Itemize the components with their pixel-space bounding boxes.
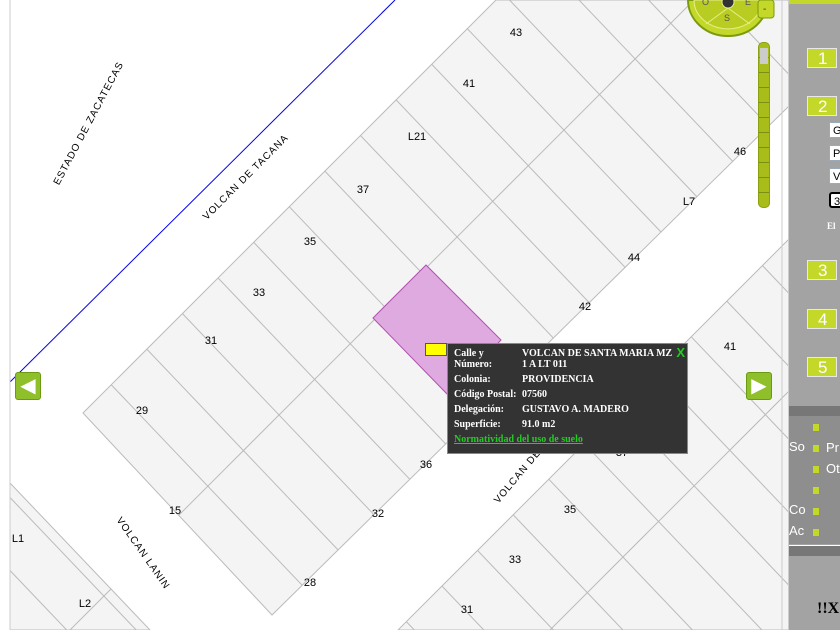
sidebar-footer: !!X xyxy=(817,600,840,617)
parcel-label: 31 xyxy=(460,604,474,616)
info-key: Colonia: xyxy=(454,374,491,385)
info-key: Delegación: xyxy=(454,404,504,415)
parcel-label: 33 xyxy=(252,287,266,299)
bullet-icon xyxy=(813,424,819,431)
info-key: Superficie: xyxy=(454,419,501,430)
info-value: 07560 xyxy=(522,389,547,400)
zoom-slider[interactable] xyxy=(758,42,770,208)
parcel-label: 33 xyxy=(508,554,522,566)
info-value: 91.0 m2 xyxy=(522,419,556,430)
parcel-label: L21 xyxy=(407,131,427,143)
parcel-label: 41 xyxy=(462,78,476,90)
sidebar-list-item[interactable]: Co xyxy=(789,522,840,559)
pan-left-button[interactable]: ◀ xyxy=(15,372,41,400)
info-key: Código Postal: xyxy=(454,389,517,400)
step-2[interactable]: 2 xyxy=(807,96,837,116)
step-3[interactable]: 3 xyxy=(807,260,837,280)
sidebar-input[interactable]: P xyxy=(829,145,840,161)
compass-east[interactable]: E xyxy=(745,0,751,7)
parcel-marker-icon xyxy=(425,343,447,356)
parcel-label: 36 xyxy=(419,459,433,471)
parcel-label: L2 xyxy=(78,598,92,610)
parcel-label: 29 xyxy=(135,405,149,417)
parcel-label: L1 xyxy=(11,533,25,545)
bullet-icon xyxy=(813,466,819,473)
list-item-label: Ot xyxy=(826,461,840,476)
zoom-out-button[interactable]: - xyxy=(763,4,766,15)
info-value: PROVIDENCIA xyxy=(522,374,594,385)
parcel-label: 35 xyxy=(303,236,317,248)
sidebar-list-item[interactable]: Ac xyxy=(789,501,840,538)
bullet-icon xyxy=(813,487,819,494)
sidebar-list-item[interactable]: Co xyxy=(789,480,840,517)
sidebar-button[interactable]: 3 xyxy=(829,192,840,208)
parcel-label: 31 xyxy=(204,335,218,347)
compass-center-icon[interactable] xyxy=(721,0,735,9)
sidebar-note: El xyxy=(827,221,836,231)
parcel-label: 44 xyxy=(627,252,641,264)
info-row: Colonia: PROVIDENCIA xyxy=(454,374,681,389)
list-item-label: Pr xyxy=(826,440,839,455)
bullet-icon xyxy=(813,445,819,452)
parcel-label: 15 xyxy=(168,505,182,517)
parcel-label: 32 xyxy=(371,508,385,520)
compass-south[interactable]: S xyxy=(724,13,730,23)
map-canvas[interactable] xyxy=(0,0,790,630)
compass-control[interactable]: O E S - xyxy=(684,0,779,40)
parcel-label: 42 xyxy=(578,301,592,313)
info-value: VOLCAN DE SANTA MARIA MZ 1 A LT 011 xyxy=(522,348,673,370)
sidebar-list-item[interactable]: So xyxy=(789,417,840,454)
bullet-icon xyxy=(813,529,819,536)
close-popup-button[interactable]: X xyxy=(676,345,685,360)
parcel-label: 46 xyxy=(733,146,747,158)
sidebar-list-item[interactable]: Pr xyxy=(789,438,840,458)
parcel-info-popup: X Calle y Número: VOLCAN DE SANTA MARIA M… xyxy=(447,343,688,454)
sidebar-list-item[interactable]: Ot xyxy=(789,459,840,479)
info-value: GUSTAVO A. MADERO xyxy=(522,404,629,415)
info-row: Código Postal: 07560 xyxy=(454,389,681,404)
parcel-label: 41 xyxy=(723,341,737,353)
parcel-label: L7 xyxy=(682,196,696,208)
step-4[interactable]: 4 xyxy=(807,309,837,329)
parcel-label: 28 xyxy=(303,577,317,589)
compass-west[interactable]: O xyxy=(702,0,709,7)
info-key: Calle y Número: xyxy=(454,348,493,370)
parcel-label: 37 xyxy=(356,184,370,196)
step-5[interactable]: 5 xyxy=(807,357,837,377)
map-view[interactable]: 43 41 L21 37 35 33 31 29 46 L7 44 42 41 … xyxy=(0,0,790,630)
zoom-slider-thumb[interactable] xyxy=(760,48,768,64)
pan-right-button[interactable]: ▶ xyxy=(746,372,772,400)
sidebar: 1 2 G P V 3 El 3 4 5 So Pr Ot Co Ac Co !… xyxy=(788,0,840,630)
bullet-icon xyxy=(813,508,819,515)
step-1[interactable]: 1 xyxy=(807,48,837,68)
sidebar-input[interactable]: V xyxy=(829,168,840,184)
info-row: Superficie: 91.0 m2 xyxy=(454,419,681,434)
info-row: Calle y Número: VOLCAN DE SANTA MARIA MZ … xyxy=(454,348,681,374)
parcel-label: 35 xyxy=(563,504,577,516)
parcel-label: 43 xyxy=(509,27,523,39)
info-row: Delegación: GUSTAVO A. MADERO xyxy=(454,404,681,419)
sidebar-input[interactable]: G xyxy=(829,122,840,138)
land-use-link[interactable]: Normatividad del uso de suelo xyxy=(454,434,583,445)
